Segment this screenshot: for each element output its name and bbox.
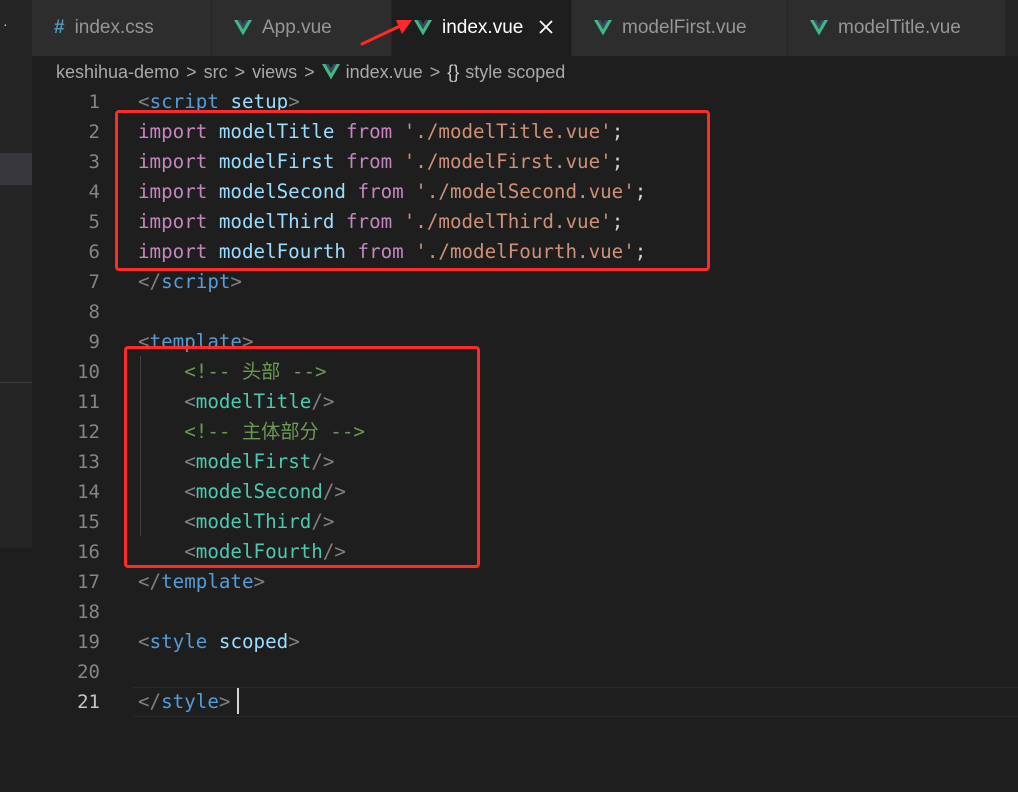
line-number: 4 (88, 181, 100, 203)
line-number: 2 (88, 121, 100, 143)
tab-index-css[interactable]: # index.css (32, 0, 212, 56)
line-number: 11 (77, 391, 100, 413)
code-token: < (138, 630, 150, 653)
side-divider (0, 382, 32, 383)
code-token: template (161, 570, 254, 593)
side-lower-panel (0, 548, 32, 792)
code-token: scoped (218, 630, 289, 653)
code-token: </ (138, 570, 162, 593)
code-token: > (288, 630, 300, 653)
annotation-arrow-icon (360, 20, 412, 46)
code-line[interactable]: </style> (138, 687, 230, 717)
line-number: 10 (77, 361, 100, 383)
line-number: 7 (88, 271, 100, 293)
close-icon[interactable] (535, 16, 557, 38)
tab-label: modelFirst.vue (622, 17, 747, 38)
highlight-box-components (124, 346, 480, 568)
code-line[interactable]: </script> (138, 267, 242, 297)
line-number: 20 (77, 661, 100, 683)
more-dot-icon[interactable]: · (3, 17, 8, 31)
tab-index-vue[interactable]: index.vue (392, 0, 572, 56)
line-number: 15 (77, 511, 100, 533)
breadcrumb-item[interactable]: keshihua-demo (56, 62, 179, 83)
editor-tab-bar: # index.css App.vue index.vue modelFirst… (32, 0, 1018, 56)
tab-modelfirst-vue[interactable]: modelFirst.vue (572, 0, 788, 56)
vue-icon (321, 64, 340, 80)
code-token: > (253, 570, 266, 593)
line-number: 9 (88, 331, 100, 353)
breadcrumb-item[interactable]: src (204, 62, 228, 83)
vue-icon (234, 20, 252, 36)
breadcrumb: keshihua-demo > src > views > index.vue … (56, 60, 565, 84)
line-number: 8 (88, 301, 100, 323)
line-number: 1 (88, 91, 100, 113)
vue-icon (414, 20, 432, 36)
line-number: 5 (88, 211, 100, 233)
code-token: style (149, 630, 208, 653)
tab-label: index.css (74, 17, 154, 38)
line-number: 13 (77, 451, 100, 473)
current-line-highlight (132, 687, 1018, 717)
code-token: </ (138, 270, 162, 293)
tab-label: modelTitle.vue (838, 17, 961, 38)
breadcrumb-separator: > (304, 61, 315, 82)
vue-icon (594, 20, 612, 36)
line-number: 6 (88, 241, 100, 263)
vue-icon (810, 20, 828, 36)
line-number: 14 (77, 481, 100, 503)
code-token: style (161, 690, 219, 713)
code-token: </ (138, 690, 162, 713)
tab-modeltitle-vue[interactable]: modelTitle.vue (788, 0, 1006, 56)
tab-label: index.vue (442, 17, 524, 38)
breadcrumb-item[interactable]: index.vue (346, 62, 423, 83)
line-number: 19 (77, 631, 100, 653)
line-number: 21 (77, 691, 100, 713)
code-token: > (230, 270, 242, 293)
code-token: > (218, 690, 231, 713)
breadcrumb-item[interactable]: views (252, 62, 297, 83)
code-token: script (161, 270, 231, 293)
line-number: 17 (77, 571, 100, 593)
symbol-braces-icon: {} (447, 61, 460, 82)
breadcrumb-separator: > (186, 61, 197, 82)
breadcrumb-separator: > (234, 61, 246, 82)
code-line[interactable]: </template> (138, 567, 265, 597)
side-bar: · (0, 0, 32, 792)
tab-label: App.vue (262, 17, 332, 38)
highlight-box-imports (115, 110, 710, 271)
line-number: 18 (77, 601, 100, 623)
text-caret (237, 688, 239, 714)
line-number: 12 (77, 421, 100, 443)
line-number: 3 (88, 151, 100, 173)
breadcrumb-item[interactable]: style scoped (465, 62, 565, 83)
hash-icon: # (54, 17, 65, 38)
side-selected-item[interactable] (0, 153, 32, 185)
breadcrumb-separator: > (429, 61, 441, 82)
line-number: 16 (77, 541, 100, 563)
code-line[interactable]: <style scoped> (138, 627, 300, 657)
